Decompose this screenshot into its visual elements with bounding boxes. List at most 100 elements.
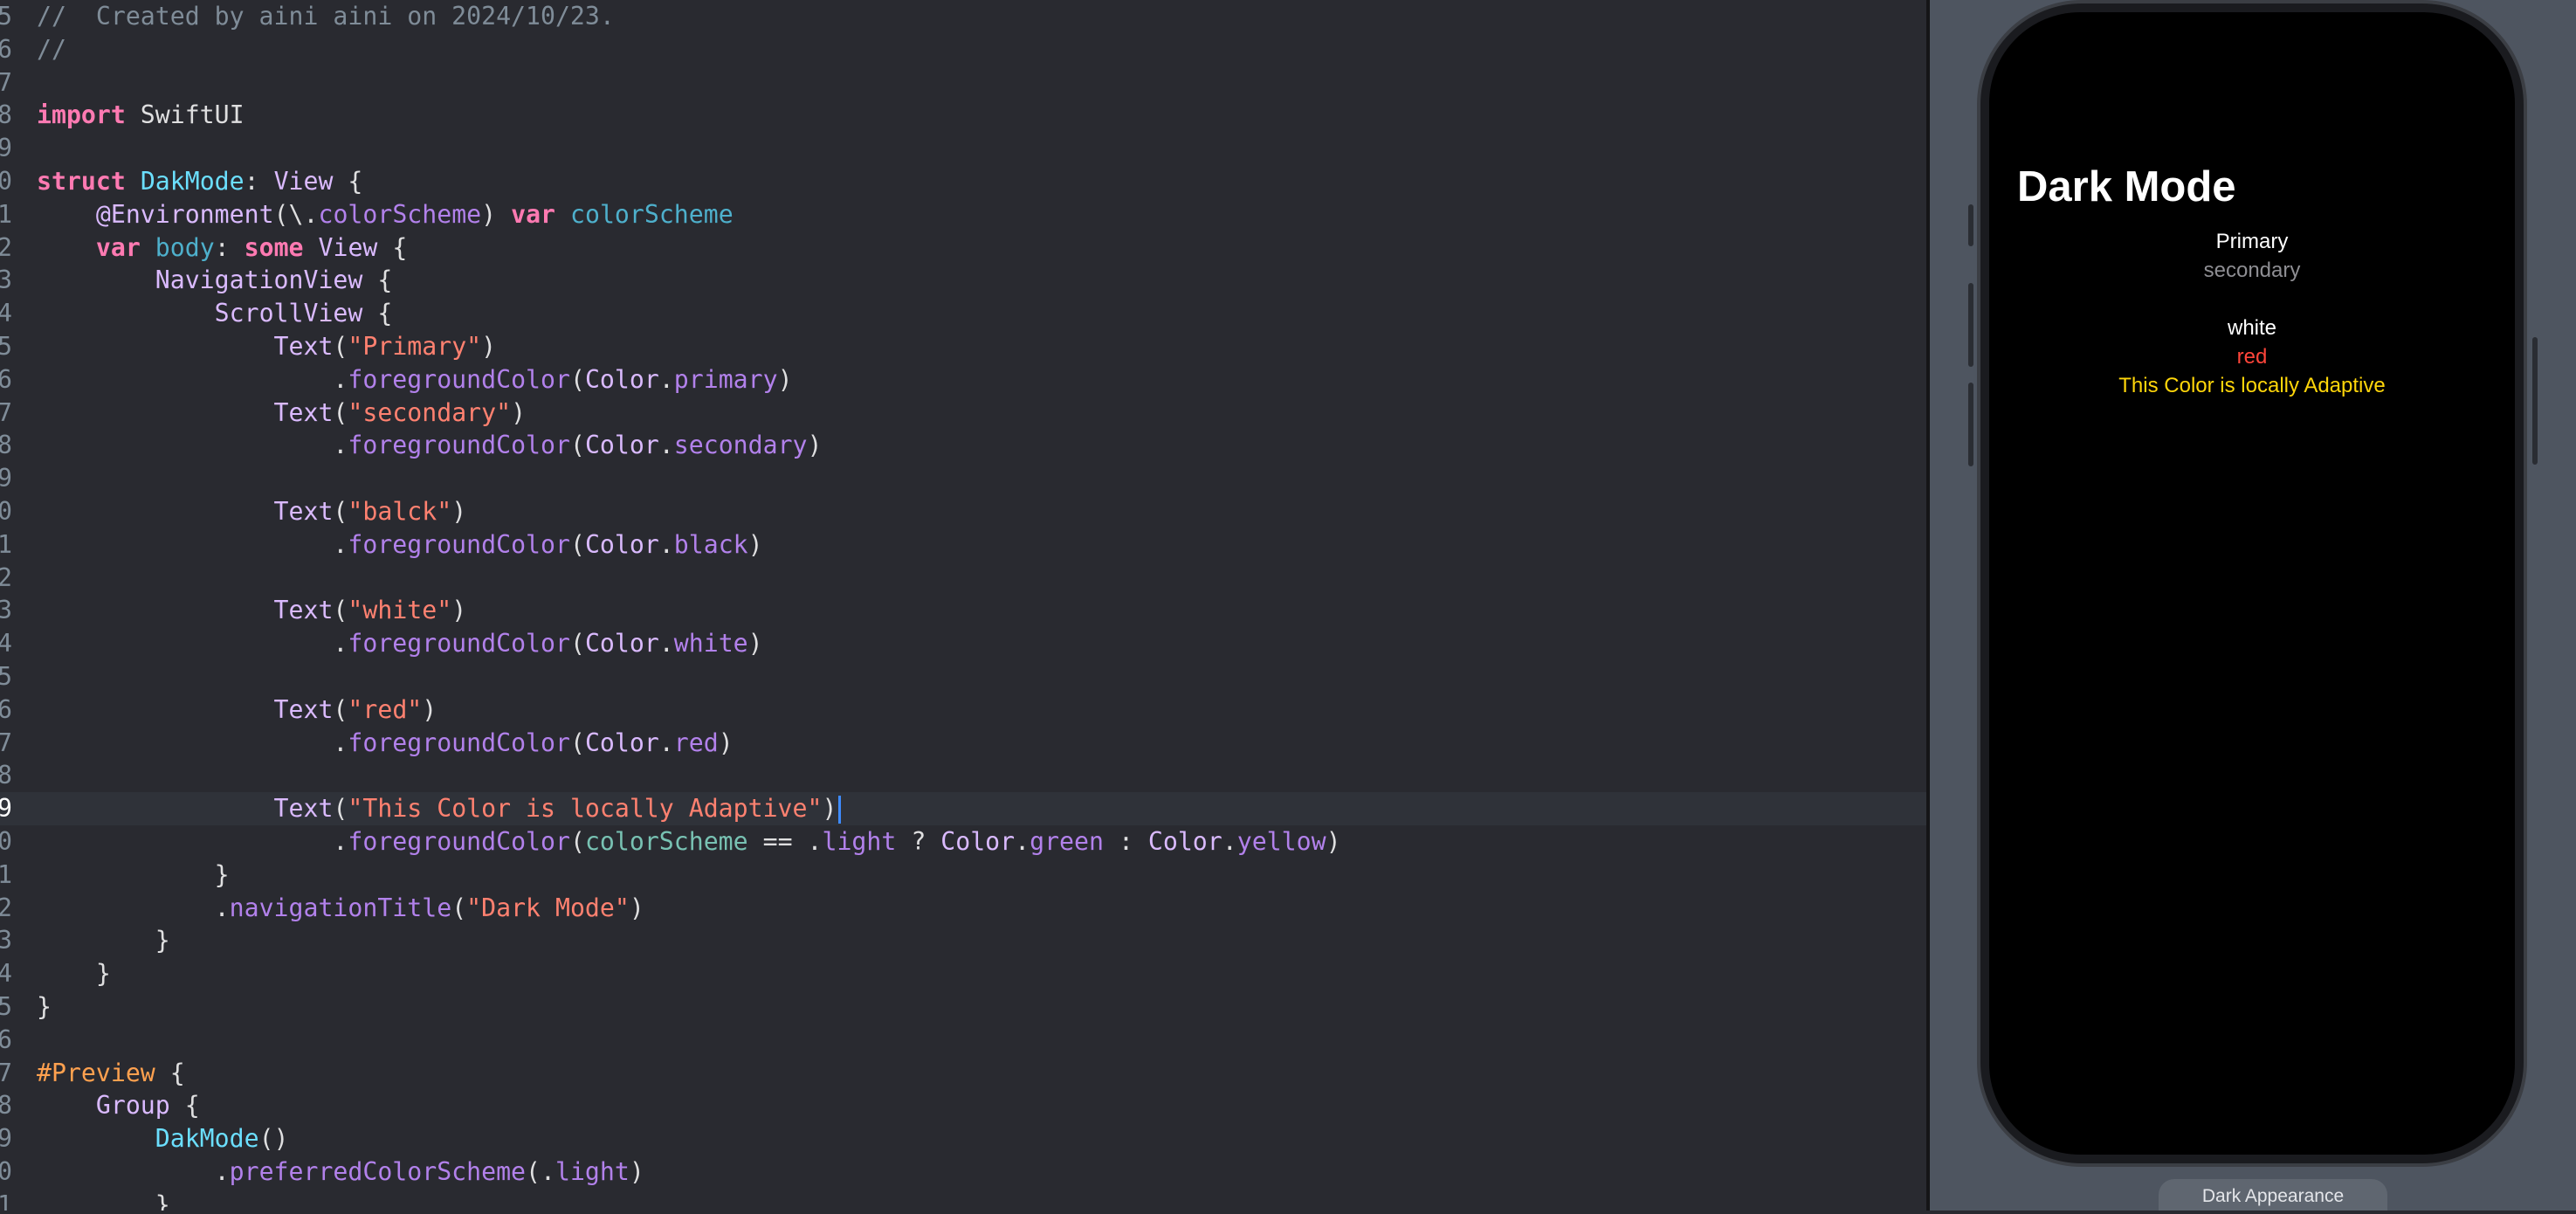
code-line[interactable]: 3 Text("white") <box>0 594 1926 627</box>
code-token: (\. <box>273 199 319 229</box>
line-code: Text("balck") <box>37 495 467 528</box>
code-line[interactable]: 5 Text("Primary") <box>0 330 1926 363</box>
line-code: Text("This Color is locally Adaptive") <box>37 792 842 825</box>
line-code: Group { <box>37 1089 200 1122</box>
code-token: foregroundColor <box>348 529 570 559</box>
code-line[interactable]: 6 // <box>0 33 1926 66</box>
line-number: 4 <box>0 959 12 989</box>
line-number: 9 <box>0 134 12 163</box>
code-line[interactable]: 5 <box>0 660 1926 693</box>
code-line[interactable]: 5 // Created by aini aini on 2024/10/23. <box>0 0 1926 33</box>
code-line[interactable]: 1 .foregroundColor(Color.black) <box>0 528 1926 562</box>
code-line[interactable]: 0 struct DakMode: View { <box>0 165 1926 198</box>
code-line[interactable]: 4 ScrollView { <box>0 297 1926 330</box>
line-number: 4 <box>0 299 12 328</box>
line-code: ScrollView { <box>37 297 393 330</box>
code-line[interactable]: 9 <box>0 462 1926 495</box>
code-line[interactable]: 6 Text("red") <box>0 693 1926 727</box>
code-token: . <box>37 364 348 394</box>
code-line[interactable]: 8 import SwiftUI <box>0 99 1926 132</box>
code-token: ) <box>629 1157 644 1186</box>
code-token: "secondary" <box>348 397 512 427</box>
code-token: ) <box>747 629 763 659</box>
code-line[interactable]: 5} <box>0 990 1926 1024</box>
code-token: // Created by aini aini on 2024/10/23. <box>37 2 615 31</box>
code-line[interactable]: 9 Text("This Color is locally Adaptive") <box>0 792 1926 825</box>
code-token: . <box>658 431 674 460</box>
line-number: 5 <box>0 992 12 1021</box>
code-line[interactable]: 2 var body: some View { <box>0 231 1926 265</box>
code-token: . <box>1222 827 1237 856</box>
code-token: DakMode <box>140 167 245 196</box>
code-line[interactable]: 7 Text("secondary") <box>0 397 1926 430</box>
code-token: ( <box>333 332 348 361</box>
code-token: } <box>37 959 111 989</box>
code-line[interactable]: 6 .foregroundColor(Color.primary) <box>0 363 1926 397</box>
code-line[interactable]: 4 } <box>0 957 1926 990</box>
code-line[interactable]: 0 Text("balck") <box>0 495 1926 528</box>
code-token: ( <box>569 529 585 559</box>
code-token: ) <box>807 431 823 460</box>
code-token: ( <box>333 397 348 427</box>
code-line[interactable]: 8 Group { <box>0 1089 1926 1122</box>
code-token: black <box>673 529 748 559</box>
code-token: . <box>658 529 674 559</box>
code-line[interactable]: 0 .foregroundColor(colorScheme == .light… <box>0 825 1926 859</box>
line-number: 3 <box>0 266 12 295</box>
line-code: NavigationView { <box>37 264 393 297</box>
line-number: 1 <box>0 859 12 889</box>
line-number: 2 <box>0 232 12 262</box>
code-line[interactable]: 3 } <box>0 924 1926 957</box>
code-line[interactable]: 9 <box>0 132 1926 165</box>
code-token: . <box>658 629 674 659</box>
code-editor[interactable]: 5// Created by aini aini on 2024/10/23. 6… <box>0 0 1926 1211</box>
code-line[interactable]: 7 #Preview { <box>0 1057 1926 1090</box>
code-token: } <box>37 1190 170 1211</box>
code-line[interactable]: 7 .foregroundColor(Color.red) <box>0 727 1926 760</box>
line-code: .preferredColorScheme(.light) <box>37 1155 644 1189</box>
code-token: foregroundColor <box>348 728 570 757</box>
code-line[interactable]: 9 DakMode() <box>0 1122 1926 1155</box>
line-number: 0 <box>0 1157 12 1186</box>
code-line[interactable]: 1 } <box>0 1189 1926 1211</box>
line-code: Text("Primary") <box>37 330 497 363</box>
code-line[interactable]: 6 <box>0 1024 1926 1057</box>
code-token: Color <box>584 431 659 460</box>
code-token: foregroundColor <box>348 364 570 394</box>
line-code: } <box>37 859 230 892</box>
code-line[interactable]: 1 @Environment(\.colorScheme) var colorS… <box>0 198 1926 231</box>
code-token: Color <box>584 364 659 394</box>
line-number: 7 <box>0 67 12 97</box>
line-number: 0 <box>0 167 12 196</box>
code-line[interactable]: 2 <box>0 562 1926 595</box>
code-line[interactable]: 0 .preferredColorScheme(.light) <box>0 1155 1926 1189</box>
code-line[interactable]: 3 NavigationView { <box>0 264 1926 297</box>
code-token: ( <box>569 364 585 394</box>
code-line[interactable]: 2 .navigationTitle("Dark Mode") <box>0 892 1926 925</box>
code-line[interactable]: 4 .foregroundColor(Color.white) <box>0 627 1926 660</box>
code-token: "red" <box>348 694 423 724</box>
code-line[interactable]: 1 } <box>0 859 1926 892</box>
code-token: : <box>244 167 274 196</box>
code-token: : <box>214 232 245 262</box>
code-token: ) <box>777 364 793 394</box>
code-token: var <box>95 232 141 262</box>
code-token: . <box>37 893 230 922</box>
line-code: .foregroundColor(Color.secondary) <box>37 429 823 462</box>
code-token: light <box>822 827 897 856</box>
code-token: { <box>362 266 393 295</box>
code-token: . <box>37 1157 230 1186</box>
code-line[interactable]: 8 <box>0 759 1926 792</box>
code-token: ( <box>333 596 348 625</box>
line-code: #Preview { <box>37 1057 185 1090</box>
code-line[interactable]: 7 <box>0 66 1926 100</box>
line-code: DakMode() <box>37 1122 289 1155</box>
code-line[interactable]: 8 .foregroundColor(Color.secondary) <box>0 429 1926 462</box>
code-token: colorScheme <box>570 199 734 229</box>
line-code: } <box>37 924 170 957</box>
line-code: .foregroundColor(Color.primary) <box>37 363 793 397</box>
dark-appearance-button[interactable]: Dark Appearance <box>2159 1179 2387 1211</box>
code-token: import <box>37 100 126 130</box>
